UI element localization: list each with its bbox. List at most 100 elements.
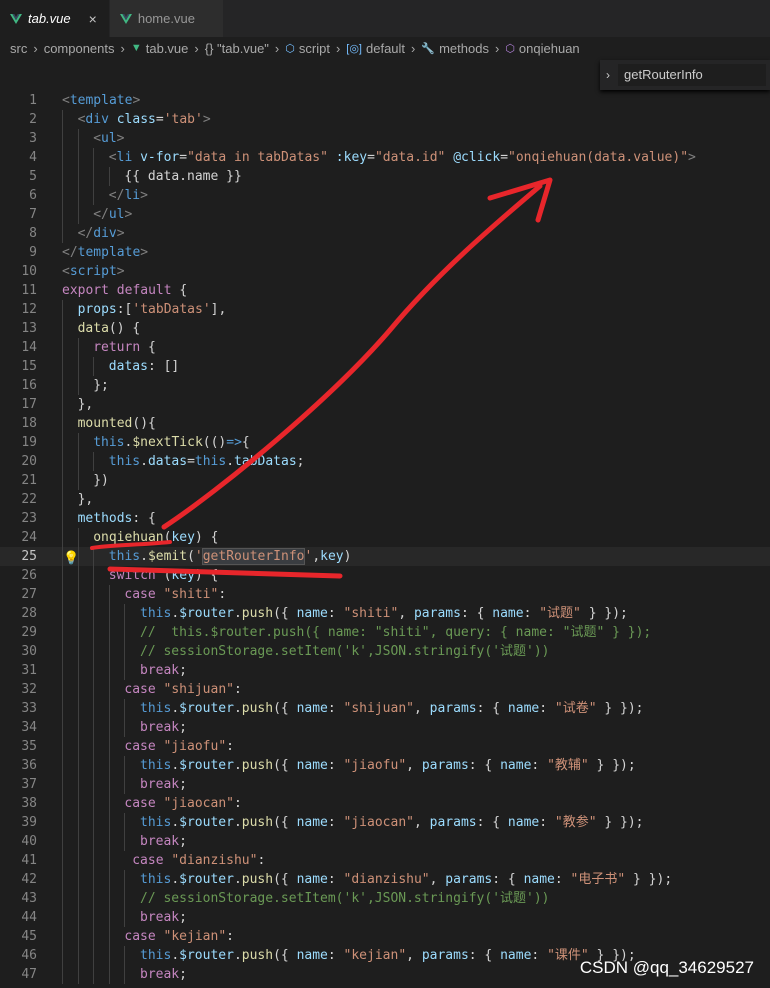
indent-guide [62,965,63,984]
line-number: 38 [21,796,37,811]
code-line[interactable]: 41 case "dianzishu": [0,851,770,870]
code-line[interactable]: 42 this.$router.push({ name: "dianzishu",… [0,870,770,889]
code-text: case "jiaocan": [124,796,242,811]
code-line[interactable]: 21}) [0,471,770,490]
find-input[interactable]: getRouterInfo [618,64,766,86]
code-text: onqiehuan(key) { [93,530,219,545]
code-text: // this.$router.push({ name: "shiti", qu… [140,625,652,640]
code-line[interactable]: 1 <template> [0,91,770,110]
code-line[interactable]: 27 case "shiti": [0,585,770,604]
code-line[interactable]: 36 this.$router.push({ name: "jiaofu", pa… [0,756,770,775]
code-line[interactable]: 14 return { [0,338,770,357]
code-text: }; [93,378,109,393]
code-line[interactable]: 13 data() { [0,319,770,338]
code-line[interactable]: 3 <ul> [0,129,770,148]
code-line[interactable]: 18 mounted(){ [0,414,770,433]
code-text: this.$router.push({ name: "kejian", para… [140,948,636,963]
code-line[interactable]: 25 💡 this.$emit('getRouterInfo',key) [0,547,770,566]
tab-label: home.vue [137,11,195,26]
code-line[interactable]: 35 case "jiaofu": [0,737,770,756]
indent-guide [108,832,110,851]
indent-guide [77,528,79,547]
indent-guide [62,699,63,718]
breadcrumb-item-file[interactable]: tab.vue [146,41,189,56]
code-text: case "dianzishu": [132,853,266,868]
code-line[interactable]: 39 this.$router.push({ name: "jiaocan", p… [0,813,770,832]
code-line[interactable]: 8 </div> [0,224,770,243]
code-line[interactable]: 4 <li v-for="data in tabDatas" :key="data… [0,148,770,167]
code-line[interactable]: 30 // sessionStorage.setItem('k',JSON.str… [0,642,770,661]
code-editor[interactable]: 1 <template> 2 <div class='tab'> 3 <ul> 4 <li v… [0,91,770,988]
breadcrumb-item-components[interactable]: components [44,41,115,56]
indent-guide [62,376,63,395]
indent-guide [93,813,95,832]
code-text: }, [77,397,94,412]
chevron-right-icon: › [120,40,125,56]
breadcrumb-item-default[interactable]: default [366,41,405,56]
line-number: 46 [21,948,37,963]
line-number: 8 [29,226,37,241]
code-line[interactable]: 10 <script> [0,262,770,281]
code-line[interactable]: 44 break; [0,908,770,927]
indent-guide [93,718,95,737]
indent-guide [77,167,79,186]
breadcrumb-item-methods[interactable]: methods [439,41,489,56]
code-line[interactable]: 15 datas: [] [0,357,770,376]
code-text: <template> [62,93,141,108]
indent-guide [62,357,63,376]
code-line[interactable]: 38 case "jiaocan": [0,794,770,813]
code-line[interactable]: 28 this.$router.push({ name: "shiti", par… [0,604,770,623]
indent-guide [62,528,63,547]
code-line[interactable]: 22}, [0,490,770,509]
breadcrumb-item-method[interactable]: onqiehuan [519,41,580,56]
tab-tab-vue[interactable]: tab.vue × [0,0,110,37]
indent-guide [77,927,79,946]
code-line[interactable]: 31 break; [0,661,770,680]
line-number: 24 [21,530,37,545]
indent-guide [62,775,63,794]
code-line[interactable]: 11 export default { [0,281,770,300]
chevron-right-icon[interactable]: › [606,68,610,82]
code-line[interactable]: 43 // sessionStorage.setItem('k',JSON.str… [0,889,770,908]
code-line[interactable]: 32 case "shijuan": [0,680,770,699]
code-line[interactable]: 19 this.$nextTick(()=>{ [0,433,770,452]
code-line[interactable]: 9 </template> [0,243,770,262]
indent-guide [93,946,95,965]
code-line[interactable]: 20 this.datas=this.tabDatas; [0,452,770,471]
code-line[interactable]: 16}; [0,376,770,395]
breadcrumb-item-script[interactable]: script [299,41,330,56]
indent-guide [124,908,126,927]
code-line[interactable]: 29 // this.$router.push({ name: "shiti", … [0,623,770,642]
code-line[interactable]: 5 {{ data.name }} [0,167,770,186]
code-line[interactable]: 24 onqiehuan(key) { [0,528,770,547]
code-text: this.$emit('getRouterInfo',key) [108,548,352,565]
code-line[interactable]: 40 break; [0,832,770,851]
indent-guide [62,642,63,661]
code-line[interactable]: 2 <div class='tab'> [0,110,770,129]
code-line[interactable]: 33 this.$router.push({ name: "shijuan", p… [0,699,770,718]
indent-guide [77,205,79,224]
indent-guide [108,813,110,832]
code-line[interactable]: 45 case "kejian": [0,927,770,946]
code-line[interactable]: 37 break; [0,775,770,794]
indent-guide [93,851,95,870]
indent-guide [62,756,63,775]
close-icon[interactable]: × [89,11,97,27]
indent-guide [62,167,63,186]
breadcrumb-item-src[interactable]: src [10,41,27,56]
variable-icon: [◎] [346,42,362,55]
indent-guide [93,908,95,927]
code-line[interactable]: 26 switch (key) { [0,566,770,585]
code-line[interactable]: 17}, [0,395,770,414]
code-line[interactable]: 7 </ul> [0,205,770,224]
code-line[interactable]: 34 break; [0,718,770,737]
indent-guide [93,680,95,699]
tab-home-vue[interactable]: home.vue [109,0,224,37]
code-line[interactable]: 12 props:['tabDatas'], [0,300,770,319]
indent-guide [77,965,79,984]
code-line[interactable]: 6 </li> [0,186,770,205]
breadcrumb-item-module[interactable]: {} "tab.vue" [205,41,269,56]
indent-guide [77,870,79,889]
indent-guide [108,889,110,908]
code-line[interactable]: 23 methods: { [0,509,770,528]
